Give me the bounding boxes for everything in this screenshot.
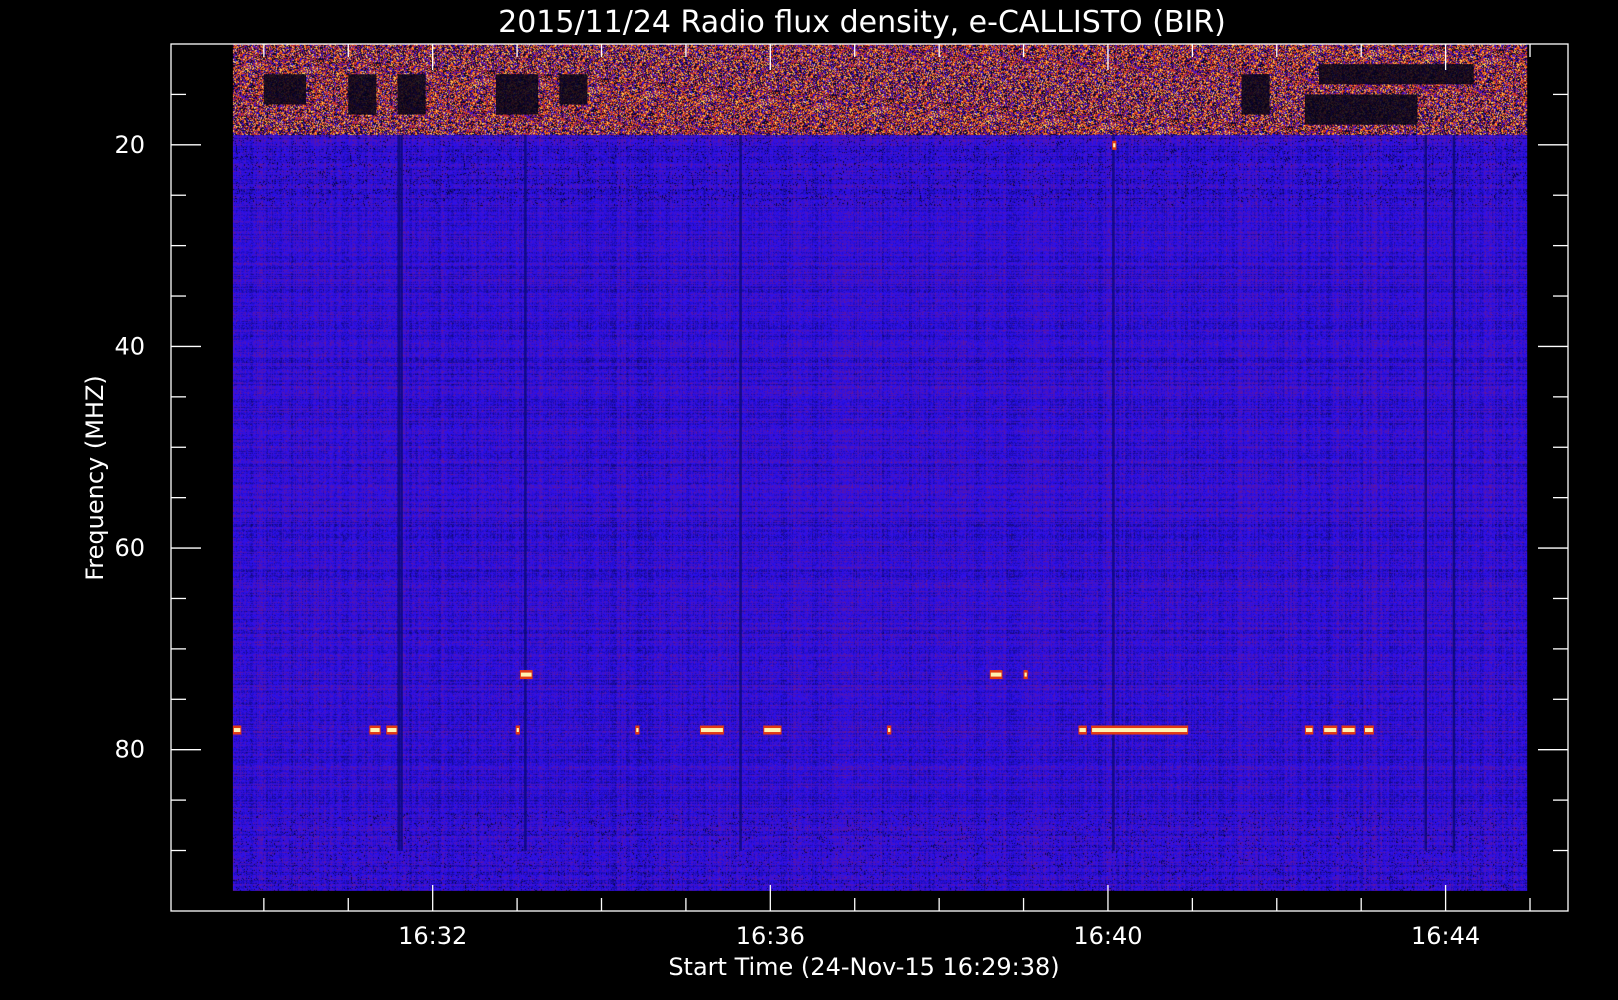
- y-tick-label: 40: [114, 332, 145, 360]
- dark-column-4: [1112, 134, 1115, 851]
- rfi-gap-5: [1241, 74, 1270, 115]
- dark-column-3: [739, 134, 742, 851]
- rfi-gap-0: [397, 74, 426, 115]
- rfi-gap-1: [263, 74, 307, 105]
- x-tick-label: 16:32: [398, 922, 467, 950]
- dark-column-6: [1452, 134, 1456, 851]
- spectrogram-raster: [232, 44, 1528, 891]
- rfi-gap-6: [1304, 94, 1418, 125]
- x-tick-label: 16:44: [1411, 922, 1480, 950]
- y-tick-label: 60: [114, 534, 145, 562]
- y-tick-label: 80: [114, 736, 145, 764]
- burst-core-8: [1079, 728, 1086, 733]
- spectrogram-chart: 2015/11/24 Radio flux density, e-CALLIST…: [81, 5, 1569, 981]
- dark-column-1: [400, 134, 403, 851]
- burst-core-11: [1324, 728, 1337, 733]
- x-tick-label: 16:36: [736, 922, 805, 950]
- dark-column-2: [524, 134, 527, 851]
- dark-column-0: [397, 134, 401, 851]
- burst-core-7: [888, 728, 891, 733]
- rfi-gap-3: [495, 74, 539, 115]
- y-tick-label: 20: [114, 131, 145, 159]
- burst-core-3: [516, 728, 519, 733]
- rfi-gap-4: [559, 74, 588, 105]
- dark-column-5: [1424, 134, 1428, 851]
- burst-core-1: [370, 728, 380, 733]
- burst-core-6: [764, 728, 781, 733]
- burst-core-16: [1024, 672, 1027, 677]
- chart-title: 2015/11/24 Radio flux density, e-CALLIST…: [498, 5, 1226, 40]
- burst-core-9: [1092, 728, 1188, 733]
- burst-core-4: [636, 728, 639, 733]
- burst-core-0: [233, 728, 241, 733]
- burst-core-12: [1342, 728, 1355, 733]
- burst-core-13: [1365, 728, 1373, 733]
- burst-core-17: [1113, 143, 1116, 148]
- rfi-gap-7: [1318, 64, 1474, 85]
- x-tick-label: 16:40: [1073, 922, 1142, 950]
- y-axis-label: Frequency (MHZ): [81, 375, 109, 581]
- burst-core-14: [520, 672, 532, 677]
- burst-core-5: [700, 728, 723, 733]
- burst-core-15: [990, 672, 1002, 677]
- rfi-gap-2: [348, 74, 377, 115]
- plot-area: [232, 44, 1528, 891]
- x-axis-label: Start Time (24-Nov-15 16:29:38): [668, 953, 1059, 981]
- burst-core-10: [1305, 728, 1313, 733]
- burst-core-2: [387, 728, 397, 733]
